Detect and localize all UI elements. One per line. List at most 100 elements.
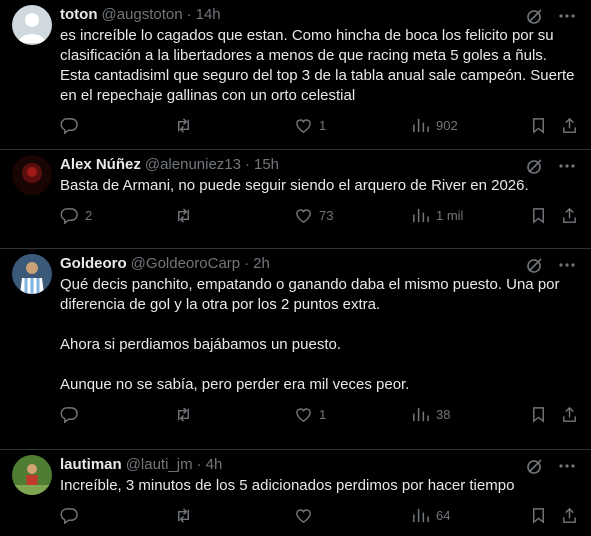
more-icon[interactable] [557, 156, 577, 176]
views-button[interactable]: 902 [411, 116, 458, 135]
retweet-button[interactable] [174, 206, 199, 225]
retweet-icon [178, 118, 189, 133]
tweet-header: Alex Núñez @alenuniez13 · 15h [60, 150, 575, 175]
reply-button[interactable] [60, 506, 85, 525]
grok-icon[interactable] [525, 6, 545, 26]
share-button[interactable] [560, 206, 579, 225]
avatar[interactable] [12, 455, 52, 495]
views-icon [413, 407, 429, 422]
like-icon [296, 408, 311, 422]
avatar[interactable] [12, 254, 52, 294]
separator-dot: · [245, 156, 250, 173]
bookmark-icon [533, 508, 544, 524]
timestamp[interactable]: 4h [206, 455, 223, 475]
share-icon [563, 117, 576, 133]
user-handle[interactable]: @alenuniez13 [145, 155, 241, 175]
like-icon [296, 509, 311, 523]
view-count: 902 [436, 118, 458, 133]
user-avatar-icon [12, 455, 52, 495]
retweet-icon [178, 508, 189, 523]
separator-dot: · [196, 456, 202, 473]
view-count: 38 [436, 407, 451, 422]
display-name[interactable]: toton [60, 5, 97, 25]
grok-icon[interactable] [525, 456, 545, 476]
avatar[interactable] [12, 5, 52, 45]
like-count: 1 [319, 118, 327, 133]
grok-icon[interactable] [525, 156, 545, 176]
tweet-header: toton @augstoton · 14h [60, 0, 575, 25]
reply-feed: toton @augstoton · 14h es increíble lo c… [0, 0, 591, 536]
bookmark-icon [533, 407, 544, 423]
share-icon [563, 507, 576, 523]
tweet[interactable]: Alex Núñez @alenuniez13 · 15h Basta de A… [0, 150, 591, 249]
reply-icon [60, 208, 78, 225]
tweet[interactable]: toton @augstoton · 14h es increíble lo c… [0, 0, 591, 150]
tweet-text: Increíble, 3 minutos de los 5 adicionado… [60, 477, 515, 494]
action-bar: 1 38 [60, 397, 576, 435]
share-icon [563, 207, 576, 223]
separator-dot: · [186, 6, 192, 23]
tweet-text: Qué decis panchito, empatando o ganando … [60, 276, 560, 393]
bookmark-button[interactable] [529, 405, 548, 424]
reply-icon [60, 407, 78, 424]
timestamp[interactable]: 2h [253, 254, 270, 274]
bookmark-icon [533, 118, 544, 134]
like-button[interactable]: 73 [294, 206, 333, 225]
separator-dot: · [244, 255, 250, 272]
like-icon [296, 119, 311, 133]
tweet-text: es increíble lo cagados que estan. Como … [60, 27, 579, 104]
tweet[interactable]: Goldeoro @GoldeoroCarp · 2h Qué decis pa… [0, 249, 591, 450]
tweet-header: lautiman @lauti_jm · 4h [60, 450, 575, 475]
bookmark-button[interactable] [529, 506, 548, 525]
tweet[interactable]: lautiman @lauti_jm · 4h Increíble, 3 min… [0, 450, 591, 536]
reply-button[interactable]: 2 [60, 206, 92, 225]
share-button[interactable] [560, 405, 579, 424]
more-icon[interactable] [557, 255, 577, 275]
view-count: 64 [436, 508, 451, 523]
views-button[interactable]: 1 mil [411, 206, 463, 225]
reply-icon [60, 508, 78, 525]
timestamp[interactable]: 14h [196, 5, 221, 25]
display-name[interactable]: lautiman [60, 455, 122, 475]
reply-icon [60, 118, 78, 135]
like-count: 1 [319, 407, 327, 422]
share-button[interactable] [560, 116, 579, 135]
avatar[interactable] [12, 155, 52, 195]
display-name[interactable]: Goldeoro [60, 254, 127, 274]
action-bar: 2 73 1 mil [60, 198, 576, 236]
like-button[interactable]: 1 [294, 116, 326, 135]
retweet-button[interactable] [174, 506, 199, 525]
action-bar: 64 [60, 498, 576, 536]
like-button[interactable]: 1 [294, 405, 326, 424]
user-avatar-icon [12, 254, 52, 294]
view-count: 1 mil [436, 208, 464, 223]
user-avatar-icon [12, 155, 52, 195]
retweet-icon [178, 208, 189, 223]
retweet-icon [178, 407, 189, 422]
views-button[interactable]: 38 [411, 405, 450, 424]
more-icon[interactable] [557, 456, 577, 476]
bookmark-button[interactable] [529, 116, 548, 135]
more-icon[interactable] [557, 6, 577, 26]
default-avatar-icon [12, 5, 52, 45]
reply-button[interactable] [60, 116, 85, 135]
like-button[interactable] [294, 506, 319, 525]
timestamp[interactable]: 15h [254, 155, 279, 175]
share-button[interactable] [560, 506, 579, 525]
like-count: 73 [319, 208, 334, 223]
views-button[interactable]: 64 [411, 506, 450, 525]
user-handle[interactable]: @augstoton [101, 5, 182, 25]
retweet-button[interactable] [174, 116, 199, 135]
reply-button[interactable] [60, 405, 85, 424]
like-icon [296, 209, 311, 223]
bookmark-icon [533, 208, 544, 224]
action-bar: 1 902 [60, 108, 576, 146]
share-icon [563, 406, 576, 422]
bookmark-button[interactable] [529, 206, 548, 225]
retweet-button[interactable] [174, 405, 199, 424]
display-name[interactable]: Alex Núñez [60, 155, 141, 175]
user-handle[interactable]: @lauti_jm [126, 455, 193, 475]
views-icon [413, 508, 429, 523]
grok-icon[interactable] [525, 255, 545, 275]
user-handle[interactable]: @GoldeoroCarp [131, 254, 240, 274]
